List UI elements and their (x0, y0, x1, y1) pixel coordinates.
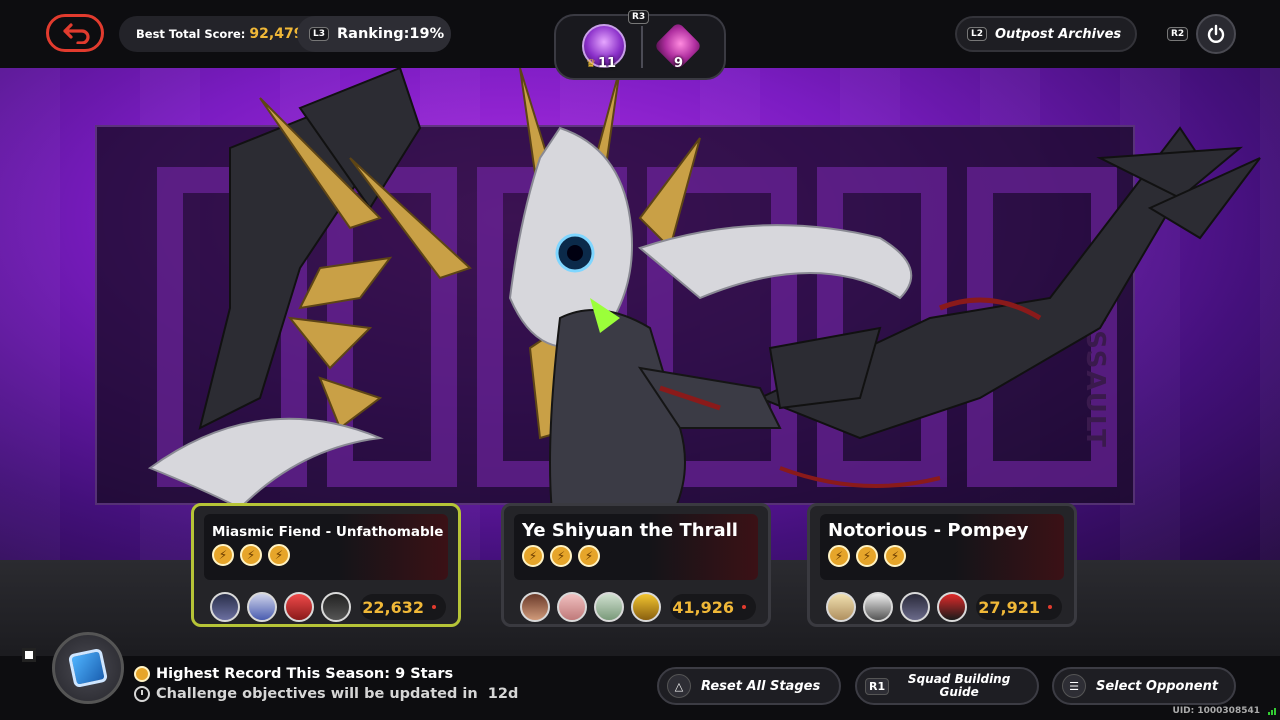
card-header: Miasmic Fiend - Unfathomable ⚡ ⚡ ⚡ (204, 514, 448, 580)
card-header: Notorious - Pompey ⚡ ⚡ ⚡ (820, 514, 1064, 580)
star-coin-icon: ⚡ (884, 545, 906, 567)
card-score: 27,921 (976, 594, 1062, 620)
boss-card-2[interactable]: Ye Shiyuan the Thrall ⚡ ⚡ ⚡ 41,926 (501, 503, 771, 627)
reset-label: Reset All Stages (701, 678, 821, 694)
best-score-value: 92,479 (249, 26, 304, 42)
highest-record: Highest Record This Season: 9 Stars (134, 666, 453, 682)
small-square-icon[interactable] (22, 648, 36, 662)
star-coin-icon: ⚡ (550, 545, 572, 567)
r3-key-hint: R3 (628, 10, 650, 24)
avatar (631, 592, 661, 622)
power-icon (1207, 24, 1225, 43)
avatar (210, 592, 240, 622)
star-coin-icon: ⚡ (268, 544, 290, 566)
ranking-text: Ranking:19% (337, 26, 445, 42)
avatar (247, 592, 277, 622)
card-title: Ye Shiyuan the Thrall (522, 520, 738, 541)
emblem-b-count: 9 (674, 56, 684, 71)
select-label: Select Opponent (1096, 678, 1219, 694)
back-button[interactable] (46, 14, 104, 52)
avatar (284, 592, 314, 622)
star-coin-icon: ⚡ (578, 545, 600, 567)
uid-text: UID: 1000308541 (1172, 706, 1260, 716)
avatar (594, 592, 624, 622)
star-coin-icon (134, 666, 150, 682)
best-score-label: Best Total Score: (136, 27, 246, 41)
star-coin-icon: ⚡ (828, 545, 850, 567)
avatar (937, 592, 967, 622)
challenge-update: Challenge objectives will be updated in … (134, 686, 518, 702)
triangle-icon: △ (667, 674, 691, 698)
back-arrow-icon (63, 23, 90, 44)
tablet-button[interactable] (52, 632, 124, 704)
power-button[interactable] (1196, 14, 1236, 54)
boss-card-3[interactable]: Notorious - Pompey ⚡ ⚡ ⚡ 27,921 (807, 503, 1077, 627)
menu-icon: ☰ (1062, 674, 1086, 698)
boss-illustration (147, 68, 1261, 559)
avatar (863, 592, 893, 622)
squad-avatars (520, 592, 661, 622)
top-bar: Best Total Score: 92,479 L3 Ranking:19% … (0, 0, 1280, 80)
l2-key-hint: L2 (967, 27, 987, 41)
card-header: Ye Shiyuan the Thrall ⚡ ⚡ ⚡ (514, 514, 758, 580)
reset-all-stages-button[interactable]: △ Reset All Stages (657, 667, 841, 705)
card-stars: ⚡ ⚡ ⚡ (522, 545, 750, 567)
signal-icon (1268, 708, 1276, 715)
divider (641, 26, 643, 68)
star-coin-icon: ⚡ (212, 544, 234, 566)
boss-hero-banner: ASSAULT (0, 68, 1280, 568)
card-score-value: 22,632 (362, 597, 424, 617)
emblem-a-count: 11 (598, 56, 617, 71)
card-score: 41,926 (670, 594, 756, 620)
outpost-archives-button[interactable]: L2 Outpost Archives (955, 16, 1137, 52)
avatar (557, 592, 587, 622)
card-title: Notorious - Pompey (828, 520, 1029, 541)
best-score-panel: Best Total Score: 92,479 L3 Ranking:19% (119, 16, 451, 52)
select-opponent-button[interactable]: ☰ Select Opponent (1052, 667, 1236, 705)
r1-key-hint: R1 (865, 677, 890, 695)
outpost-archives-label: Outpost Archives (995, 26, 1122, 42)
avatar (321, 592, 351, 622)
r2-key-hint: R2 (1167, 27, 1189, 41)
ranking-panel[interactable]: L3 Ranking:19% (297, 16, 451, 52)
guide-label: Squad Building Guide (907, 672, 1011, 699)
avatar (826, 592, 856, 622)
star-coin-icon: ⚡ (522, 545, 544, 567)
star-coin-icon: ⚡ (240, 544, 262, 566)
card-score-value: 27,921 (978, 597, 1040, 617)
card-score: 22,632 (360, 594, 446, 620)
avatar (520, 592, 550, 622)
avatar (900, 592, 930, 622)
score-dot (1048, 605, 1052, 609)
squad-building-guide-button[interactable]: R1 Squad Building Guide (855, 667, 1039, 705)
squad-avatars (826, 592, 967, 622)
clock-icon (134, 686, 150, 702)
score-dot (432, 605, 436, 609)
card-stars: ⚡ ⚡ ⚡ (828, 545, 1056, 567)
highest-record-text: Highest Record This Season: 9 Stars (156, 666, 454, 682)
l3-key-hint: L3 (309, 27, 329, 41)
card-title: Miasmic Fiend - Unfathomable (212, 524, 444, 540)
squad-avatars (210, 592, 351, 622)
star-coin-icon: ⚡ (856, 545, 878, 567)
card-score-value: 41,926 (672, 597, 734, 617)
challenge-update-text: Challenge objectives will be updated in … (156, 686, 519, 702)
score-dot (742, 605, 746, 609)
crown-icon: ♛ (586, 57, 596, 70)
boss-card-1[interactable]: Miasmic Fiend - Unfathomable ⚡ ⚡ ⚡ 22,63… (191, 503, 461, 627)
tablet-icon (67, 647, 109, 689)
card-stars: ⚡ ⚡ ⚡ (212, 544, 440, 566)
